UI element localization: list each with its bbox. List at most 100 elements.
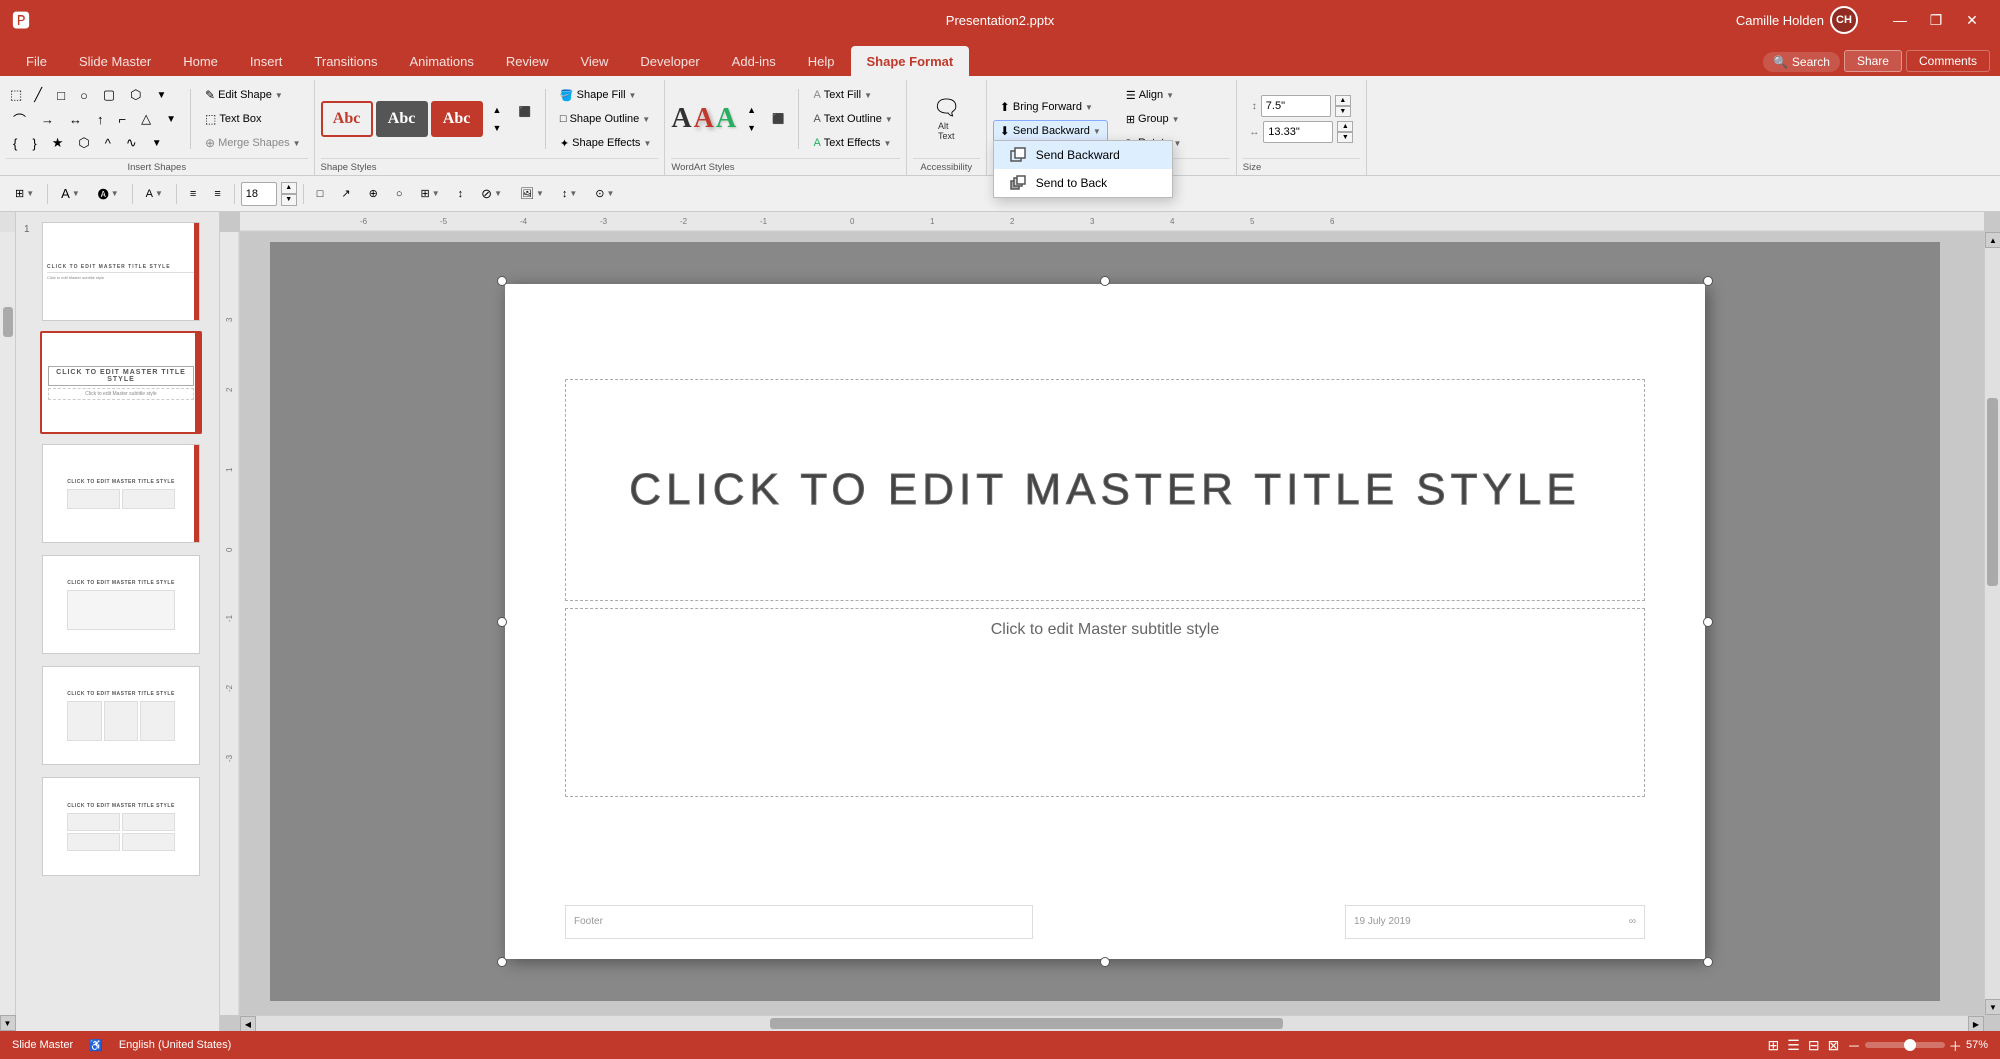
accessibility-check-icon[interactable]: ♿ <box>89 1039 103 1052</box>
slide-title-box[interactable]: CLICK TO EDIT MASTER TITLE STYLE <box>565 379 1645 602</box>
tab-animations[interactable]: Animations <box>394 46 490 76</box>
send-to-back-item[interactable]: Send to Back <box>994 169 1172 197</box>
fmt-rect-btn[interactable]: □ <box>310 181 331 207</box>
tab-help[interactable]: Help <box>792 46 851 76</box>
font-size-down[interactable]: ▼ <box>281 194 297 206</box>
fmt-align-right[interactable]: ≡ <box>207 181 227 207</box>
font-size-input[interactable] <box>241 182 277 206</box>
handle-br[interactable] <box>1703 957 1713 967</box>
fmt-pos-btn[interactable]: ↕▼ <box>555 181 584 207</box>
handle-bc[interactable] <box>1100 957 1110 967</box>
shape-style-outlined[interactable]: Abc <box>321 101 373 137</box>
fmt-crop-btn[interactable]: ⊘▼ <box>474 181 509 207</box>
slide-subtitle-box[interactable]: Click to edit Master subtitle style <box>565 608 1645 797</box>
slide-thumb-4[interactable]: CLICK TO EDIT MASTER TITLE STYLE <box>40 553 202 656</box>
user-avatar[interactable]: CH <box>1830 6 1858 34</box>
text-box-button[interactable]: ⬚ Text Box <box>198 108 308 130</box>
shape-effects-button[interactable]: ✦ Shape Effects ▼ <box>553 132 658 154</box>
shape-curve-btn[interactable]: ⌒ <box>6 108 33 130</box>
width-down[interactable]: ▼ <box>1337 132 1353 143</box>
shape-expand2-btn[interactable]: ▼ <box>159 108 183 130</box>
handle-mr[interactable] <box>1703 617 1713 627</box>
fmt-font-btn[interactable]: A▼ <box>54 181 87 207</box>
search-box[interactable]: 🔍Search <box>1763 52 1840 72</box>
shape-caret-btn[interactable]: ^ <box>98 132 118 154</box>
fmt-arrange-btn[interactable]: ⊞▼ <box>8 181 41 207</box>
shape-arrow-btn[interactable]: → <box>34 108 61 130</box>
slide-thumb-3[interactable]: CLICK TO EDIT MASTER TITLE STYLE <box>40 442 202 545</box>
fmt-crosshair-btn[interactable]: ⊕ <box>362 181 385 207</box>
shape-circle-btn[interactable]: ○ <box>73 84 95 106</box>
shape-select-btn[interactable]: ⬚ <box>6 84 26 106</box>
canvas-scroll-left[interactable]: ◀ <box>240 1016 256 1031</box>
height-input[interactable] <box>1261 95 1331 117</box>
shape-up-arrow-btn[interactable]: ↑ <box>90 108 111 130</box>
fmt-text-color-btn[interactable]: A▼ <box>139 181 170 207</box>
panel-scroll-down[interactable]: ▼ <box>0 1015 16 1031</box>
shape-rect-btn[interactable]: □ <box>50 84 72 106</box>
close-button[interactable]: ✕ <box>1956 6 1988 34</box>
zoom-slider-thumb[interactable] <box>1904 1039 1916 1051</box>
slide-canvas[interactable]: CLICK TO EDIT MASTER TITLE STYLE Click t… <box>505 284 1705 959</box>
handle-tc[interactable] <box>1100 276 1110 286</box>
width-up[interactable]: ▲ <box>1337 121 1353 132</box>
shape-more-btn[interactable]: ⬡ <box>123 84 148 106</box>
group-button[interactable]: ⊞ Group ▼ <box>1119 108 1189 130</box>
align-button[interactable]: ☰ Align ▼ <box>1119 84 1189 106</box>
wordart-scroll-up[interactable]: ▲ <box>740 101 763 119</box>
view-normal-btn[interactable]: ⊞ <box>1768 1037 1780 1054</box>
font-size-up[interactable]: ▲ <box>281 182 297 194</box>
shape-rrect-btn[interactable]: ▢ <box>96 84 122 106</box>
shape-style-red[interactable]: Abc <box>431 101 483 137</box>
handle-bl[interactable] <box>497 957 507 967</box>
tab-insert[interactable]: Insert <box>234 46 299 76</box>
slide-thumb-2[interactable]: CLICK TO EDIT MASTER TITLE STYLE Click t… <box>40 331 202 434</box>
handle-tl[interactable] <box>497 276 507 286</box>
fmt-oval-btn[interactable]: ○ <box>389 181 410 207</box>
tab-developer[interactable]: Developer <box>624 46 715 76</box>
tab-file[interactable]: File <box>10 46 63 76</box>
style-scroll-up[interactable]: ▲ <box>486 101 509 119</box>
style-scroll-down[interactable]: ▼ <box>486 119 509 137</box>
shape-fill-button[interactable]: 🪣 Shape Fill ▼ <box>553 84 658 106</box>
canvas-scroll-up[interactable]: ▲ <box>1985 232 2000 248</box>
width-input[interactable] <box>1263 121 1333 143</box>
shape-dbl-arrow-btn[interactable]: ↔ <box>62 108 89 130</box>
shape-outline-button[interactable]: □ Shape Outline ▼ <box>553 108 658 130</box>
share-button[interactable]: Share <box>1844 50 1902 72</box>
wordart-scroll-down[interactable]: ▼ <box>740 119 763 137</box>
send-backward-item[interactable]: Send Backward <box>994 141 1172 169</box>
tab-review[interactable]: Review <box>490 46 565 76</box>
fmt-color-btn[interactable]: 🅐▼ <box>91 181 126 207</box>
view-slide-btn[interactable]: ⊟ <box>1808 1037 1820 1054</box>
fmt-align2-btn[interactable]: ⊙▼ <box>588 181 621 207</box>
view-reading-btn[interactable]: ⊠ <box>1828 1037 1840 1054</box>
comments-button[interactable]: Comments <box>1906 50 1990 72</box>
restore-button[interactable]: ❐ <box>1920 6 1952 34</box>
edit-shape-button[interactable]: ✎ Edit Shape ▼ <box>198 84 308 106</box>
shape-elbow-btn[interactable]: ⌐ <box>112 108 134 130</box>
tab-home[interactable]: Home <box>167 46 234 76</box>
shape-style-gray[interactable]: Abc <box>376 101 428 137</box>
merge-shapes-button[interactable]: ⊕ Merge Shapes ▼ <box>198 132 308 154</box>
handle-ml[interactable] <box>497 617 507 627</box>
view-outline-btn[interactable]: ☰ <box>1787 1037 1800 1054</box>
alt-text-button[interactable]: 🗨 AltText <box>926 91 966 147</box>
slide-thumb-6[interactable]: CLICK TO EDIT MASTER TITLE STYLE <box>40 775 202 878</box>
shape-tri-btn[interactable]: △ <box>134 108 158 130</box>
fmt-arrow-btn[interactable]: ↗ <box>334 181 357 207</box>
bring-forward-button[interactable]: ⬆ Bring Forward ▼ <box>993 96 1108 118</box>
text-outline-button[interactable]: A Text Outline ▼ <box>806 108 899 130</box>
slide-footer-right[interactable]: 19 July 2019 ∞ <box>1345 905 1645 939</box>
shape-star-btn[interactable]: ★ <box>45 132 71 154</box>
minimize-button[interactable]: — <box>1884 6 1916 34</box>
zoom-out-btn[interactable]: － <box>1847 1036 1860 1055</box>
fmt-picture-btn[interactable]: 🖼▼ <box>513 181 551 207</box>
height-up[interactable]: ▲ <box>1335 95 1351 106</box>
shape-line-btn[interactable]: ╱ <box>27 84 49 106</box>
fmt-align-left[interactable]: ≡ <box>183 181 203 207</box>
text-fill-button[interactable]: A Text Fill ▼ <box>806 84 899 106</box>
shape-brace2-btn[interactable]: } <box>25 132 43 154</box>
tab-transitions[interactable]: Transitions <box>298 46 393 76</box>
canvas-scroll-down[interactable]: ▼ <box>1985 999 2000 1015</box>
